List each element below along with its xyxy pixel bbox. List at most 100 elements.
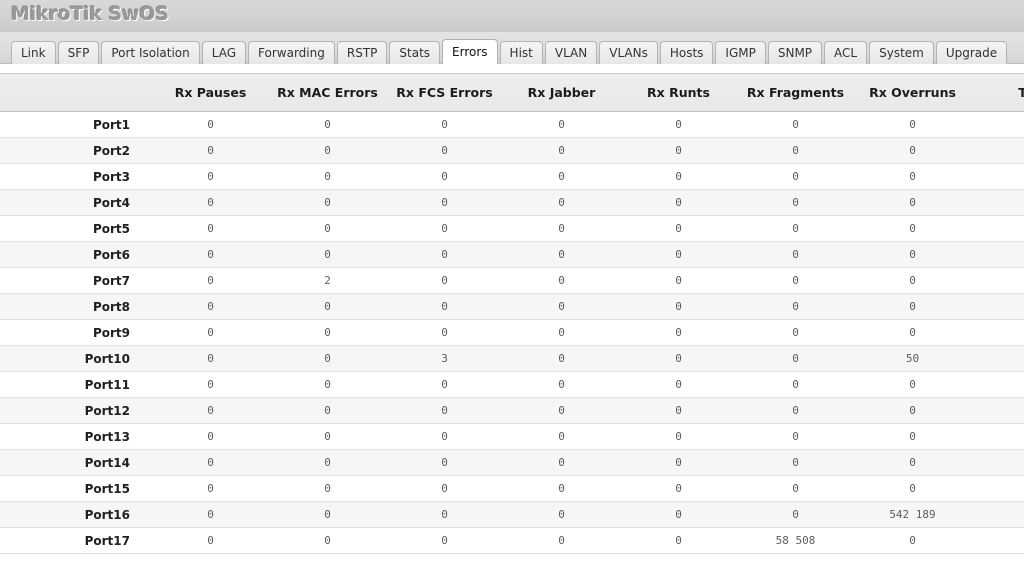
cell-value: 0 [386,137,503,164]
port-label: Port2 [0,137,152,164]
cell-value: 0 [386,397,503,424]
column-header-tx: Tx [971,73,1024,112]
cell-value: 0 [386,111,503,138]
cell-value: 0 [854,163,971,190]
cell-value: 3 [386,345,503,372]
cell-value: 0 [620,189,737,216]
cell-value [971,293,1024,320]
cell-value [971,319,1024,346]
cell-value: 0 [620,345,737,372]
tab-system[interactable]: System [869,41,934,64]
cell-value: 0 [737,293,854,320]
cell-value: 0 [269,293,386,320]
table-row: Port3 0 0 0 0 0 0 0 [0,163,1024,190]
cell-value: 0 [737,241,854,268]
tab-stats[interactable]: Stats [389,41,441,64]
cell-value: 0 [152,189,269,216]
cell-value: 0 [503,371,620,398]
tab-sfp[interactable]: SFP [57,41,100,64]
cell-value: 0 [386,241,503,268]
cell-value: 0 [620,267,737,294]
tab-upgrade[interactable]: Upgrade [935,41,1008,64]
cell-value: 0 [503,137,620,164]
cell-value: 0 [152,501,269,528]
cell-value: 0 [386,163,503,190]
cell-value: 0 [854,423,971,450]
cell-value: 0 [620,137,737,164]
cell-value: 0 [386,371,503,398]
cell-value: 0 [503,267,620,294]
cell-value: 0 [737,137,854,164]
cell-value: 0 [269,449,386,476]
port-label: Port4 [0,189,152,216]
cell-value: 0 [620,423,737,450]
cell-value: 0 [503,345,620,372]
cell-value [971,163,1024,190]
cell-value: 0 [386,501,503,528]
table-row: Port10 0 0 3 0 0 0 50 [0,345,1024,372]
cell-value: 0 [152,137,269,164]
port-label: Port15 [0,475,152,502]
cell-value: 0 [269,215,386,242]
cell-value: 0 [503,501,620,528]
cell-value: 50 [854,345,971,372]
tab-errors[interactable]: Errors [442,39,498,64]
cell-value: 0 [503,111,620,138]
tab-rstp[interactable]: RSTP [336,41,388,64]
cell-value: 0 [620,527,737,554]
tab-forwarding[interactable]: Forwarding [248,41,335,64]
table-row: Port7 0 2 0 0 0 0 0 [0,267,1024,294]
cell-value: 0 [620,215,737,242]
cell-value: 0 [737,189,854,216]
cell-value: 0 [269,527,386,554]
tab-igmp[interactable]: IGMP [715,41,766,64]
cell-value: 0 [152,293,269,320]
tab-lag[interactable]: LAG [201,41,247,64]
cell-value: 0 [737,345,854,372]
cell-value [971,137,1024,164]
tab-hosts[interactable]: Hosts [659,41,714,64]
cell-value: 0 [152,267,269,294]
cell-value: 0 [620,111,737,138]
cell-value: 0 [269,189,386,216]
port-label: Port16 [0,501,152,528]
cell-value: 0 [620,163,737,190]
cell-value: 0 [854,189,971,216]
cell-value: 0 [620,475,737,502]
tab-port-isolation[interactable]: Port Isolation [101,41,200,64]
port-label: Port12 [0,397,152,424]
cell-value: 0 [737,267,854,294]
port-label: Port1 [0,111,152,138]
cell-value: 0 [854,241,971,268]
tab-snmp[interactable]: SNMP [767,41,823,64]
cell-value [971,345,1024,372]
tab-acl[interactable]: ACL [824,41,868,64]
cell-value: 0 [152,215,269,242]
port-label: Port7 [0,267,152,294]
cell-value: 0 [386,267,503,294]
tab-link[interactable]: Link [11,41,56,64]
cell-value: 0 [386,293,503,320]
table-row: Port1 0 0 0 0 0 0 0 [0,111,1024,138]
cell-value: 0 [737,163,854,190]
tab-vlans[interactable]: VLANs [599,41,658,64]
table-row: Port16 0 0 0 0 0 0 542 189 [0,501,1024,528]
column-header-rx-fragments: Rx Fragments [737,73,854,112]
table-row: Port14 0 0 0 0 0 0 0 [0,449,1024,476]
content-area: Rx Pauses Rx MAC Errors Rx FCS Errors Rx Ja… [0,64,1024,554]
cell-value: 0 [152,527,269,554]
cell-value: 0 [152,241,269,268]
cell-value: 0 [503,423,620,450]
cell-value: 0 [620,449,737,476]
table-header: Rx Pauses Rx MAC Errors Rx FCS Errors Rx Ja… [0,73,1024,112]
tab-vlan[interactable]: VLAN [544,41,598,64]
cell-value: 0 [269,345,386,372]
cell-value: 0 [269,475,386,502]
port-errors-table: Rx Pauses Rx MAC Errors Rx FCS Errors Rx Ja… [0,73,1024,554]
cell-value: 2 [269,267,386,294]
cell-value: 0 [152,475,269,502]
tab-hist[interactable]: Hist [499,41,543,64]
table-row: Port17 0 0 0 0 0 58 508 0 [0,527,1024,554]
port-label: Port10 [0,345,152,372]
cell-value [971,215,1024,242]
